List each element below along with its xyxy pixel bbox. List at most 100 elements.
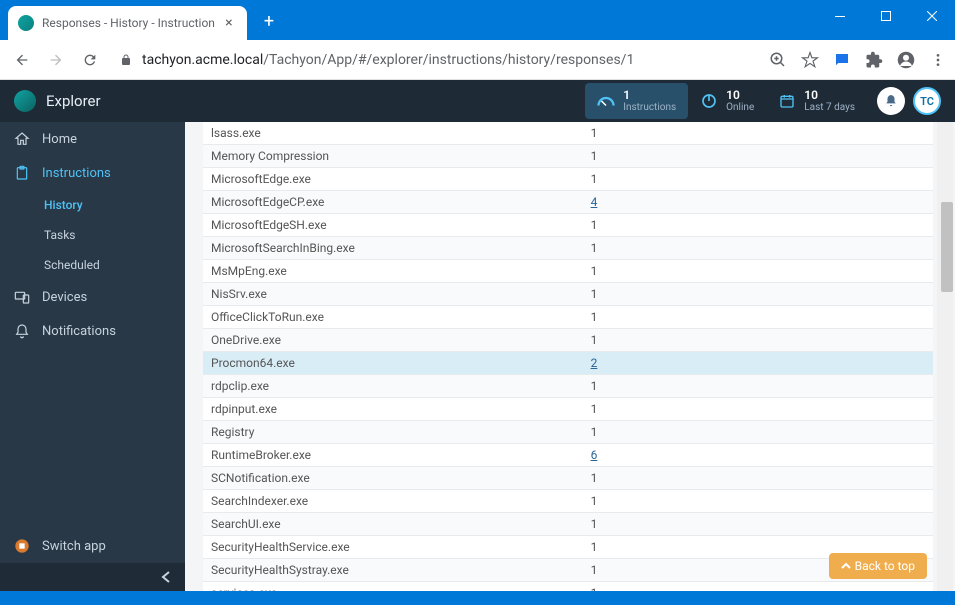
process-count-cell: 1: [583, 283, 933, 306]
table-row[interactable]: MicrosoftEdge.exe1: [203, 168, 933, 191]
process-name-cell: MicrosoftEdge.exe: [203, 168, 583, 191]
browser-toolbar: tachyon.acme.local/Tachyon/App/#/explore…: [0, 40, 955, 80]
process-name-cell: OfficeClickToRun.exe: [203, 306, 583, 329]
responses-table: lsass.exe1Memory Compression1MicrosoftEd…: [203, 122, 933, 591]
sidebar-collapse-button[interactable]: [0, 563, 185, 591]
process-count-cell: 1: [583, 145, 933, 168]
process-count-cell: 1: [583, 375, 933, 398]
sidebar-item-label: Home: [42, 132, 77, 147]
process-count-cell[interactable]: 2: [583, 352, 933, 375]
process-name-cell: OneDrive.exe: [203, 329, 583, 352]
bell-icon: [14, 323, 30, 339]
table-row[interactable]: MsMpEng.exe1: [203, 260, 933, 283]
tab-close-icon[interactable]: ×: [221, 15, 237, 31]
back-to-top-button[interactable]: Back to top: [829, 553, 927, 579]
tab-favicon-icon: [18, 15, 34, 31]
sidebar-item-home[interactable]: Home: [0, 122, 185, 156]
table-row[interactable]: Procmon64.exe2: [203, 352, 933, 375]
forward-button[interactable]: [42, 46, 70, 74]
sidebar-subitem-scheduled[interactable]: Scheduled: [0, 250, 185, 280]
table-row[interactable]: rdpinput.exe1: [203, 398, 933, 421]
profile-icon[interactable]: [897, 51, 915, 69]
table-row[interactable]: RuntimeBroker.exe6: [203, 444, 933, 467]
notifications-button[interactable]: [877, 87, 905, 115]
process-count-cell[interactable]: 4: [583, 191, 933, 214]
process-name-cell: SecurityHealthService.exe: [203, 536, 583, 559]
table-row[interactable]: OneDrive.exe1: [203, 329, 933, 352]
process-count-cell: 1: [583, 306, 933, 329]
sidebar-item-instructions[interactable]: Instructions: [0, 156, 185, 190]
sidebar: Home InstructionsHistoryTasksScheduledDev…: [0, 122, 185, 591]
process-count-cell: 1: [583, 329, 933, 352]
process-name-cell: rdpclip.exe: [203, 375, 583, 398]
close-button[interactable]: [909, 0, 955, 32]
process-count-cell: 1: [583, 421, 933, 444]
process-name-cell: SecurityHealthSystray.exe: [203, 559, 583, 582]
header-metric-instructions[interactable]: 1Instructions: [585, 83, 688, 119]
chat-icon[interactable]: [833, 51, 851, 69]
app-title: Explorer: [46, 92, 101, 110]
menu-icon[interactable]: [929, 51, 947, 69]
extensions-icon[interactable]: [865, 51, 883, 69]
process-count-cell: 1: [583, 467, 933, 490]
process-count-cell: 1: [583, 168, 933, 191]
table-row[interactable]: SecurityHealthService.exe1: [203, 536, 933, 559]
url-path: /Tachyon/App/#/explorer/instructions/his…: [263, 52, 634, 68]
table-row[interactable]: Memory Compression1: [203, 145, 933, 168]
tab-title: Responses - History - Instruction: [42, 16, 215, 30]
sidebar-subitem-tasks[interactable]: Tasks: [0, 220, 185, 250]
devices-icon: [14, 289, 30, 305]
sidebar-item-notifications[interactable]: Notifications: [0, 314, 185, 348]
process-count-cell: 1: [583, 260, 933, 283]
sidebar-item-label: Notifications: [42, 324, 116, 339]
gauge-icon: [597, 92, 615, 110]
process-name-cell: NisSrv.exe: [203, 283, 583, 306]
browser-tab[interactable]: Responses - History - Instruction ×: [8, 6, 247, 40]
table-row[interactable]: SearchUI.exe1: [203, 513, 933, 536]
user-avatar[interactable]: TC: [913, 87, 941, 115]
table-row[interactable]: MicrosoftEdgeSH.exe1: [203, 214, 933, 237]
table-row[interactable]: MicrosoftSearchInBing.exe1: [203, 237, 933, 260]
sidebar-switch-app[interactable]: Switch app: [0, 529, 185, 563]
switch-app-label: Switch app: [42, 539, 106, 554]
window-controls: [817, 0, 955, 32]
calendar-icon: [778, 92, 796, 110]
lock-icon: [120, 53, 134, 67]
process-count-cell: 1: [583, 214, 933, 237]
process-count-cell[interactable]: 6: [583, 444, 933, 467]
table-row[interactable]: SCNotification.exe1: [203, 467, 933, 490]
sidebar-item-devices[interactable]: Devices: [0, 280, 185, 314]
process-name-cell: MsMpEng.exe: [203, 260, 583, 283]
table-row[interactable]: SecurityHealthSystray.exe1: [203, 559, 933, 582]
table-row[interactable]: MicrosoftEdgeCP.exe4: [203, 191, 933, 214]
process-name-cell: services.exe: [203, 582, 583, 592]
header-metric-last7days[interactable]: 10Last 7 days: [766, 83, 867, 119]
address-bar[interactable]: tachyon.acme.local/Tachyon/App/#/explore…: [110, 45, 753, 75]
table-row[interactable]: services.exe1: [203, 582, 933, 592]
bookmark-icon[interactable]: [801, 51, 819, 69]
sidebar-subitem-history[interactable]: History: [0, 190, 185, 220]
back-button[interactable]: [8, 46, 36, 74]
process-count-cell: 1: [583, 398, 933, 421]
reload-button[interactable]: [76, 46, 104, 74]
power-icon: [700, 92, 718, 110]
window-titlebar: Responses - History - Instruction × +: [0, 0, 955, 40]
header-metric-online[interactable]: 10Online: [688, 83, 766, 119]
maximize-button[interactable]: [863, 0, 909, 32]
url-host: tachyon.acme.local: [142, 52, 263, 68]
table-row[interactable]: lsass.exe1: [203, 122, 933, 145]
minimize-button[interactable]: [817, 0, 863, 32]
table-row[interactable]: NisSrv.exe1: [203, 283, 933, 306]
process-name-cell: RuntimeBroker.exe: [203, 444, 583, 467]
process-count-cell: 1: [583, 582, 933, 592]
zoom-icon[interactable]: [769, 51, 787, 69]
table-row[interactable]: Registry1: [203, 421, 933, 444]
scrollbar-thumb[interactable]: [941, 202, 953, 292]
table-row[interactable]: OfficeClickToRun.exe1: [203, 306, 933, 329]
new-tab-button[interactable]: +: [255, 7, 283, 35]
app-logo-icon: [14, 90, 36, 112]
app-header: Explorer 1Instructions 10Online 10Last 7…: [0, 80, 955, 122]
table-row[interactable]: rdpclip.exe1: [203, 375, 933, 398]
table-row[interactable]: SearchIndexer.exe1: [203, 490, 933, 513]
vertical-scrollbar[interactable]: [937, 122, 953, 591]
